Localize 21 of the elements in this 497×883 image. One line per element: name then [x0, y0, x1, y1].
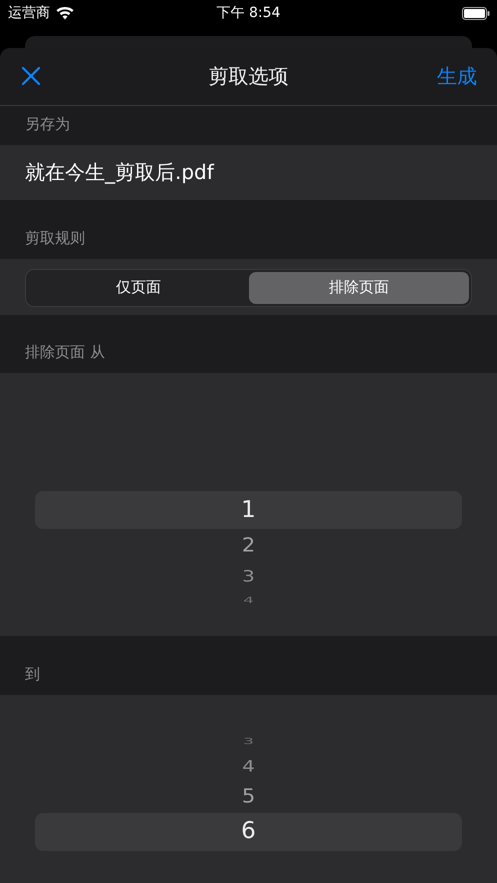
picker-item[interactable]: 4 [35, 591, 462, 610]
section-header: 到 [25, 664, 40, 684]
close-icon[interactable] [22, 67, 40, 86]
segment-tab[interactable]: 排除页面 [248, 272, 469, 304]
generate-button[interactable]: 生成 [437, 62, 477, 90]
section-header: 剪取规则 [25, 228, 85, 248]
section-header: 排除页面 从 [25, 343, 105, 362]
picker-item[interactable]: 5 [35, 780, 462, 813]
status-time: 下午 8:54 [216, 5, 280, 21]
battery-icon [462, 6, 490, 20]
picker-item[interactable]: 3 [35, 561, 462, 592]
wifi-icon [56, 6, 74, 20]
picker-item[interactable]: 3 [35, 732, 462, 751]
sheet-title: 剪取选项 [208, 64, 288, 88]
segment-tab[interactable]: 仅页面 [28, 272, 248, 304]
picker-item[interactable]: 6 [35, 812, 462, 851]
picker-item[interactable]: 2 [35, 529, 462, 562]
picker-item[interactable]: 1 [35, 491, 462, 530]
carrier-name: 运营商 [8, 4, 50, 22]
picker-item[interactable]: 4 [35, 750, 462, 781]
section-header: 另存为 [25, 115, 70, 134]
